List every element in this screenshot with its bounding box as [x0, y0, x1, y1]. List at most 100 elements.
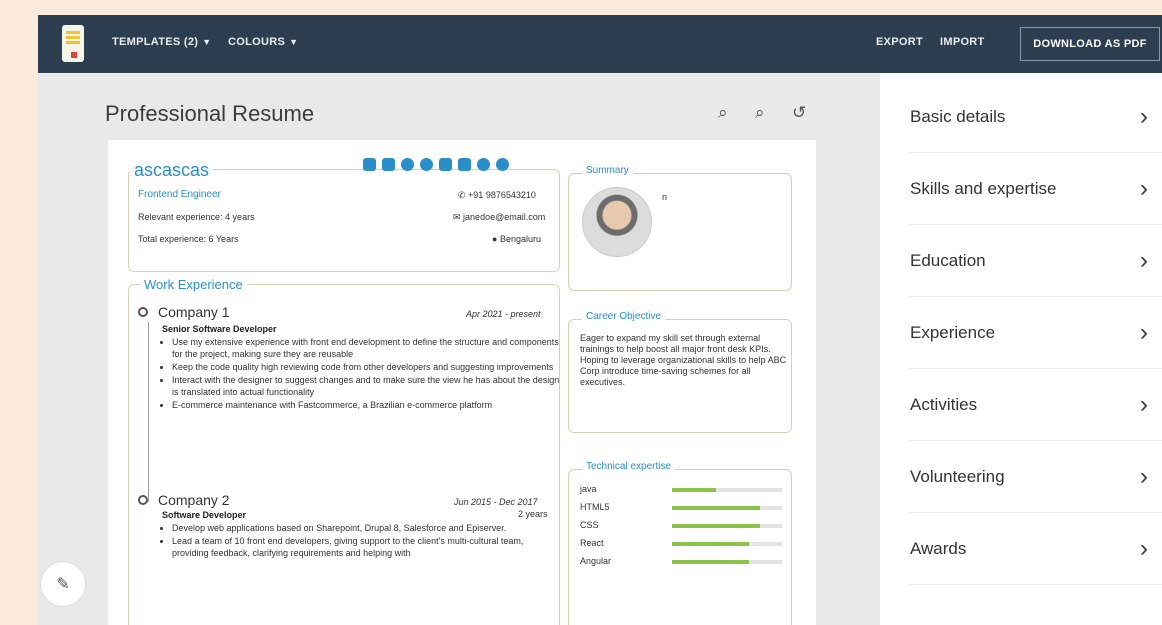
- import-label: IMPORT: [940, 36, 985, 48]
- skill-bar-fill: [672, 506, 760, 510]
- resume-name: ascascas: [130, 160, 214, 181]
- chevron-right-icon: ›: [1140, 462, 1148, 490]
- app-logo-icon: [62, 25, 84, 62]
- hackerrank-icon[interactable]: [420, 158, 433, 171]
- download-pdf-button[interactable]: DOWNLOAD AS PDF: [1020, 27, 1160, 61]
- leetcode-icon[interactable]: [477, 158, 490, 171]
- colours-label: COLOURS: [228, 36, 286, 48]
- phone-icon: ✆: [458, 190, 469, 200]
- timeline-dot: [138, 307, 148, 317]
- zoom-in-icon[interactable]: ⌕: [755, 103, 765, 123]
- resume-preview: ascascas Frontend Engineer Relevant expe…: [108, 140, 816, 625]
- templates-menu[interactable]: TEMPLATES (2) ▼: [112, 36, 211, 48]
- email-row: ✉ janedoe@email.com: [453, 212, 545, 223]
- templates-label: TEMPLATES (2): [112, 36, 199, 48]
- location-row: ● Bengaluru: [492, 234, 541, 244]
- chevron-right-icon: ›: [1140, 246, 1148, 274]
- avatar: [582, 187, 652, 257]
- technical-expertise-title: Technical expertise: [582, 461, 676, 472]
- summary-text: n: [662, 192, 668, 202]
- career-objective-title: Career Objective: [582, 311, 666, 322]
- skill-row: HTML5: [580, 502, 800, 514]
- zoom-out-icon[interactable]: ⌕: [718, 103, 728, 123]
- history-icon[interactable]: ↺: [792, 103, 806, 123]
- list-item: E-commerce maintenance with Fastcommerce…: [172, 399, 560, 411]
- location-pin-icon: ●: [492, 234, 500, 244]
- job-1-header: Company 1: [138, 304, 230, 320]
- main-panel: Professional Resume ⌕ ⌕ ↺ ascascas Front…: [38, 73, 880, 625]
- sidebar-item-education[interactable]: Education ›: [910, 225, 1162, 297]
- skill-bar-track: [672, 560, 782, 564]
- timeline-line: [148, 322, 149, 502]
- chevron-right-icon: ›: [1140, 534, 1148, 562]
- skill-row: CSS: [580, 520, 800, 532]
- app-window: TEMPLATES (2) ▼ COLOURS ▼ EXPORT IMPORT …: [38, 15, 1162, 625]
- skill-name: HTML5: [580, 502, 610, 512]
- skill-row: Angular: [580, 556, 800, 568]
- skill-name: Angular: [580, 556, 612, 566]
- list-item: Develop web applications based on Sharep…: [172, 522, 560, 534]
- chevron-down-icon: ▼: [202, 37, 212, 47]
- relevant-experience: Relevant experience: 4 years: [138, 212, 255, 222]
- feedback-button[interactable]: ✎: [40, 561, 86, 607]
- sidebar-item-experience[interactable]: Experience ›: [910, 297, 1162, 369]
- skill-row: React: [580, 538, 800, 550]
- feedback-icon: ✎: [56, 576, 70, 593]
- email-text: janedoe@email.com: [463, 212, 546, 222]
- job-2-duration: 2 years: [518, 509, 548, 519]
- github-icon[interactable]: [401, 158, 414, 171]
- job-2-title: Software Developer: [162, 510, 247, 520]
- work-experience-title: Work Experience: [140, 277, 247, 292]
- job-1-bullets: Use my extensive experience with front e…: [172, 336, 560, 412]
- sidebar-item-skills[interactable]: Skills and expertise ›: [910, 153, 1162, 225]
- top-bar: TEMPLATES (2) ▼ COLOURS ▼ EXPORT IMPORT …: [38, 15, 1162, 73]
- skill-bar-track: [672, 488, 782, 492]
- linkedin-icon[interactable]: [363, 158, 376, 171]
- hackerearth-icon[interactable]: [439, 158, 452, 171]
- sidebar-item-label: Volunteering: [910, 466, 1005, 486]
- chevron-right-icon: ›: [1140, 390, 1148, 418]
- job-1-title: Senior Software Developer: [162, 324, 277, 334]
- sidebar-item-awards[interactable]: Awards ›: [910, 513, 1162, 585]
- summary-title: Summary: [582, 165, 633, 176]
- skill-bar-fill: [672, 488, 716, 492]
- export-button[interactable]: EXPORT: [876, 36, 923, 48]
- email-icon: ✉: [453, 212, 464, 222]
- website-icon[interactable]: [496, 158, 509, 171]
- job-2-header: Company 2: [138, 492, 230, 508]
- list-item: Use my extensive experience with front e…: [172, 336, 560, 360]
- sidebar-item-label: Experience: [910, 322, 996, 342]
- chevron-right-icon: ›: [1140, 174, 1148, 202]
- sidebar-item-label: Education: [910, 250, 986, 270]
- sidebar-item-label: Awards: [910, 538, 967, 558]
- colours-menu[interactable]: COLOURS ▼: [228, 36, 298, 48]
- download-label: DOWNLOAD AS PDF: [1033, 38, 1147, 50]
- codechef-icon[interactable]: [458, 158, 471, 171]
- job-1-company: Company 1: [158, 304, 230, 320]
- chevron-right-icon: ›: [1140, 318, 1148, 346]
- sidebar-item-label: Activities: [910, 394, 978, 414]
- timeline-dot: [138, 495, 148, 505]
- skill-name: CSS: [580, 520, 599, 530]
- sidebar-item-basic-details[interactable]: Basic details ›: [910, 81, 1162, 153]
- phone-row: ✆ +91 9876543210: [458, 190, 536, 201]
- list-item: Lead a team of 10 front end developers, …: [172, 535, 560, 559]
- phone-text: +91 9876543210: [468, 190, 536, 200]
- skill-bar-track: [672, 524, 782, 528]
- page-title: Professional Resume: [105, 101, 315, 126]
- skill-bar-track: [672, 542, 782, 546]
- skill-bar-track: [672, 506, 782, 510]
- import-button[interactable]: IMPORT: [940, 36, 985, 48]
- sidebar-item-activities[interactable]: Activities ›: [910, 369, 1162, 441]
- job-2-date: Jun 2015 - Dec 2017: [454, 497, 538, 507]
- skill-name: React: [580, 538, 604, 548]
- total-experience: Total experience: 6 Years: [138, 234, 239, 244]
- sidebar-item-volunteering[interactable]: Volunteering ›: [910, 441, 1162, 513]
- sidebar-item-label: Skills and expertise: [910, 178, 1057, 198]
- skill-row: java: [580, 484, 800, 496]
- social-links: [363, 158, 509, 171]
- twitter-icon[interactable]: [382, 158, 395, 171]
- location-text: Bengaluru: [499, 234, 541, 244]
- list-item: Interact with the designer to suggest ch…: [172, 374, 560, 398]
- career-objective-text: Eager to expand my skill set through ext…: [580, 333, 787, 387]
